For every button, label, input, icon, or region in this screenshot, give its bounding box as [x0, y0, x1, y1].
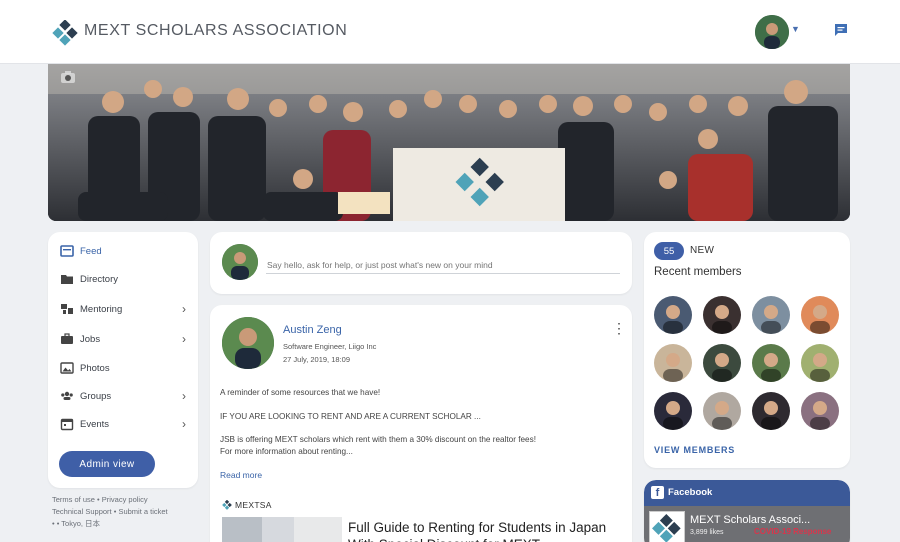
- sidebar-item-photos[interactable]: Photos: [60, 357, 190, 379]
- member-avatar[interactable]: [654, 344, 692, 382]
- cover-photo: [48, 64, 850, 221]
- avatar-photo: [222, 244, 258, 280]
- mexts-logo-icon[interactable]: [52, 20, 78, 46]
- sidebar-item-label: Feed: [80, 245, 102, 257]
- briefcase-icon: [61, 333, 73, 344]
- thumbnail-image: [222, 517, 342, 542]
- link-title[interactable]: Full Guide to Renting for Students in Ja…: [348, 519, 618, 542]
- footer-links: Terms of use • Privacy policy Technical …: [52, 494, 202, 530]
- location-link[interactable]: Tokyo, 日本: [61, 519, 100, 528]
- avatar-photo: [222, 317, 274, 369]
- member-avatar[interactable]: [801, 392, 839, 430]
- member-avatar[interactable]: [752, 344, 790, 382]
- post-line: For more information about renting...: [220, 446, 353, 456]
- facebook-widget: f Facebook MEXT Scholars Associ... 3,899…: [644, 480, 850, 542]
- view-members-button[interactable]: VIEW MEMBERS: [654, 445, 735, 455]
- new-count-badge: 55: [654, 242, 684, 260]
- post-composer: [210, 232, 632, 294]
- post-input[interactable]: [266, 256, 620, 274]
- terms-link[interactable]: Terms of use: [52, 495, 95, 504]
- camera-icon[interactable]: [60, 70, 76, 84]
- mexts-logo-icon: [652, 514, 681, 542]
- author-avatar[interactable]: [222, 317, 274, 369]
- member-avatar[interactable]: [801, 296, 839, 334]
- post-line: A reminder of some resources that we hav…: [220, 388, 381, 397]
- member-avatar[interactable]: [654, 392, 692, 430]
- facebook-title: Facebook: [668, 487, 713, 498]
- member-avatar[interactable]: [801, 344, 839, 382]
- recent-members-card: 55 NEW Recent members VIEW MEMBERS: [644, 232, 850, 468]
- privacy-link[interactable]: Privacy policy: [102, 495, 148, 504]
- group-photo: [48, 64, 850, 221]
- mexts-logo-icon: [222, 500, 232, 510]
- sidebar-nav: Feed Directory Mentoring › Jobs › Photos…: [48, 232, 198, 488]
- post-body: A reminder of some resources that we hav…: [220, 387, 620, 458]
- post-line: [220, 399, 620, 411]
- sidebar-item-feed[interactable]: Feed: [60, 240, 190, 262]
- facebook-header: f Facebook: [644, 480, 850, 506]
- link-thumbnail[interactable]: [222, 517, 342, 542]
- sidebar-item-groups[interactable]: Groups ›: [60, 385, 190, 407]
- author-name[interactable]: Austin Zeng: [283, 324, 342, 336]
- mentoring-icon: [61, 304, 73, 314]
- recent-members-title: Recent members: [654, 266, 742, 278]
- sidebar-item-events[interactable]: Events ›: [60, 413, 190, 435]
- user-avatar[interactable]: [755, 15, 789, 49]
- facebook-page-preview[interactable]: MEXT Scholars Associ... 3,899 likes COVI…: [644, 506, 850, 542]
- facebook-likes: 3,899 likes: [690, 529, 724, 536]
- facebook-page-thumb: [649, 511, 685, 542]
- sidebar-item-mentoring[interactable]: Mentoring ›: [60, 298, 190, 320]
- brand-name[interactable]: MEXT SCHOLARS ASSOCIATION: [84, 22, 347, 40]
- member-avatar[interactable]: [703, 392, 741, 430]
- member-avatar[interactable]: [703, 344, 741, 382]
- facebook-icon: f: [651, 486, 664, 499]
- chevron-right-icon: ›: [182, 302, 186, 316]
- chevron-right-icon: ›: [182, 417, 186, 431]
- facebook-banner-text: COVID-19 Response: [754, 527, 832, 536]
- sidebar-item-jobs[interactable]: Jobs ›: [60, 328, 190, 350]
- post-line: JSB is offering MEXT scholars which rent…: [220, 435, 536, 445]
- facebook-page-name: MEXT Scholars Associ...: [690, 514, 811, 526]
- sidebar-item-label: Photos: [80, 362, 110, 374]
- author-job: Software Engineer, Liigo Inc: [283, 342, 377, 351]
- feed-icon: [60, 245, 74, 257]
- post-line: IF YOU ARE LOOKING TO RENT AND ARE A CUR…: [220, 411, 481, 421]
- chevron-down-icon[interactable]: ▼: [791, 24, 800, 34]
- new-label: NEW: [690, 245, 715, 256]
- sidebar-item-directory[interactable]: Directory: [60, 268, 190, 290]
- feed-post: Austin Zeng Software Engineer, Liigo Inc…: [210, 305, 632, 542]
- sidebar-item-label: Jobs: [80, 333, 101, 345]
- folder-icon: [61, 275, 73, 284]
- sidebar-item-label: Events: [80, 418, 110, 430]
- calendar-icon: [60, 418, 74, 431]
- member-avatar-grid: [654, 296, 840, 432]
- admin-view-button[interactable]: Admin view: [59, 451, 155, 477]
- post-date: 27 July, 2019, 18:09: [283, 355, 350, 364]
- member-avatar[interactable]: [703, 296, 741, 334]
- chat-icon[interactable]: [833, 22, 849, 38]
- support-link[interactable]: Technical Support: [52, 507, 112, 516]
- member-avatar[interactable]: [654, 296, 692, 334]
- top-header: MEXT SCHOLARS ASSOCIATION ▼: [0, 0, 900, 64]
- member-avatar[interactable]: [752, 392, 790, 430]
- chevron-right-icon: ›: [182, 389, 186, 403]
- post-source: MEXTSA: [235, 500, 272, 510]
- read-more-link[interactable]: Read more: [220, 470, 262, 480]
- avatar-photo: [755, 15, 789, 49]
- groups-icon: [61, 391, 73, 400]
- photo-icon: [60, 362, 74, 374]
- avatar: [222, 244, 258, 280]
- chevron-right-icon: ›: [182, 332, 186, 346]
- member-avatar[interactable]: [752, 296, 790, 334]
- sidebar-item-label: Directory: [80, 273, 119, 285]
- more-options-icon[interactable]: ⋮: [612, 321, 626, 335]
- sidebar-item-label: Mentoring: [80, 303, 123, 315]
- separator: • •: [52, 519, 62, 528]
- sidebar-item-label: Groups: [80, 390, 112, 402]
- post-line: [220, 422, 620, 434]
- ticket-link[interactable]: Submit a ticket: [118, 507, 167, 516]
